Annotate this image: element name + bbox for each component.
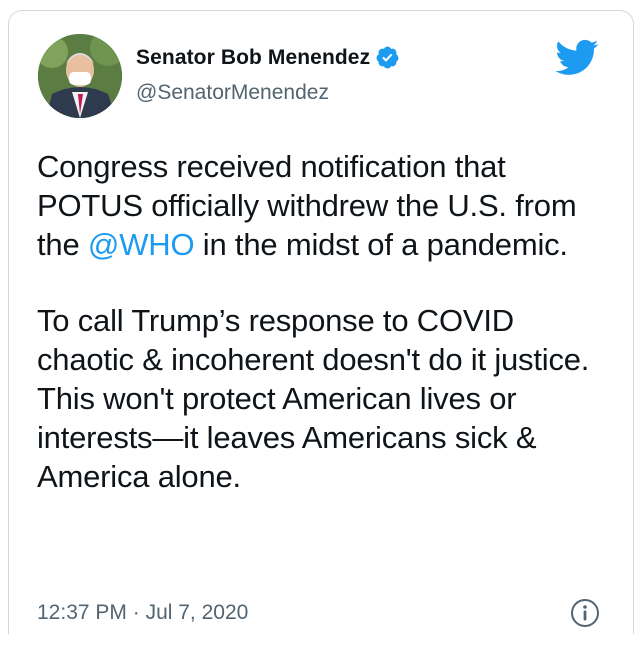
verified-badge-icon — [375, 45, 400, 70]
avatar-image — [38, 34, 122, 118]
tweet-timestamp[interactable]: 12:37 PM · Jul 7, 2020 — [37, 601, 248, 625]
tweet-date: Jul 7, 2020 — [145, 601, 249, 624]
author-name[interactable]: Senator Bob Menendez — [136, 46, 370, 70]
tweet-paragraph-2: To call Trump’s response to COVID chaoti… — [37, 303, 590, 494]
tweet-card: Senator Bob Menendez @SenatorMenendez Co… — [8, 10, 634, 634]
author-row: Senator Bob Menendez — [136, 45, 400, 70]
tweet-paragraph-1: Congress received notification that POTU… — [37, 147, 617, 264]
tweet-text-segment: in the midst of a pandemic. — [194, 227, 568, 262]
timestamp-separator: · — [126, 601, 146, 624]
mention-link[interactable]: @WHO — [88, 227, 195, 262]
avatar[interactable] — [38, 34, 122, 118]
twitter-bird-icon[interactable] — [555, 39, 599, 77]
tweet-time: 12:37 PM — [37, 601, 127, 624]
author-handle[interactable]: @SenatorMenendez — [136, 81, 329, 105]
info-icon[interactable] — [570, 598, 600, 628]
tweet-text: Congress received notification that POTU… — [37, 147, 617, 496]
